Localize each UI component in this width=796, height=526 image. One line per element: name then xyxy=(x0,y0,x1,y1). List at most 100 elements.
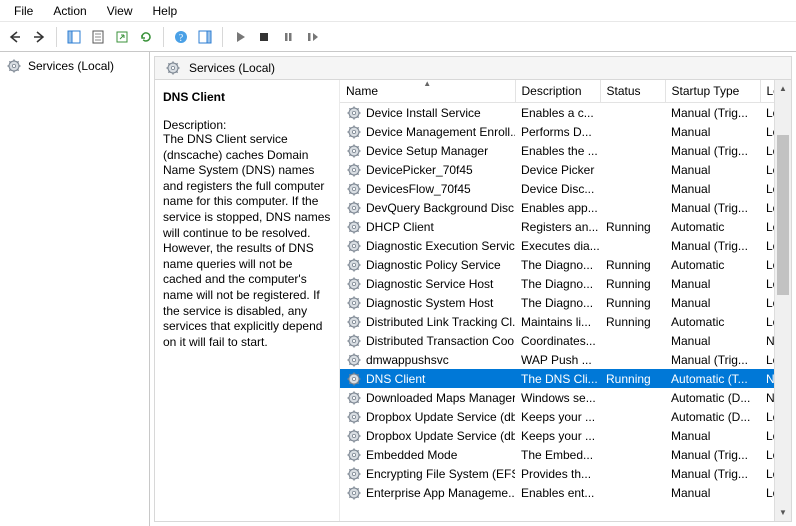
service-startup: Manual (Trig... xyxy=(665,198,760,217)
service-name: Diagnostic Policy Service xyxy=(366,258,501,272)
service-name: Diagnostic Service Host xyxy=(366,277,493,291)
vertical-scrollbar[interactable]: ▲ ▼ xyxy=(774,80,791,521)
service-startup: Manual (Trig... xyxy=(665,103,760,123)
pause-service-button[interactable] xyxy=(277,26,299,48)
service-logon: Loc xyxy=(760,445,774,464)
menu-help[interactable]: Help xyxy=(143,2,188,20)
scroll-thumb[interactable] xyxy=(777,135,789,295)
console-tree: Services (Local) xyxy=(0,52,150,526)
table-row[interactable]: DevicesFlow_70f45Device Disc...ManualLoc xyxy=(340,179,774,198)
table-row[interactable]: DHCP ClientRegisters an...RunningAutomat… xyxy=(340,217,774,236)
export-button[interactable] xyxy=(111,26,133,48)
service-description: Enables the ... xyxy=(515,141,600,160)
service-name: Enterprise App Manageme... xyxy=(366,486,515,500)
table-row[interactable]: Diagnostic System HostThe Diagno...Runni… xyxy=(340,293,774,312)
service-description: Enables app... xyxy=(515,198,600,217)
table-row[interactable]: Dropbox Update Service (db...Keeps your … xyxy=(340,426,774,445)
menu-view[interactable]: View xyxy=(97,2,143,20)
help-button[interactable]: ? xyxy=(170,26,192,48)
service-status: Running xyxy=(600,217,665,236)
service-logon: Loc xyxy=(760,312,774,331)
service-status xyxy=(600,160,665,179)
show-hide-action-button[interactable] xyxy=(194,26,216,48)
service-icon xyxy=(346,447,362,463)
service-description: Performs D... xyxy=(515,122,600,141)
start-service-button[interactable] xyxy=(229,26,251,48)
service-startup: Manual (Trig... xyxy=(665,236,760,255)
service-startup: Manual xyxy=(665,179,760,198)
service-startup: Automatic xyxy=(665,217,760,236)
service-status xyxy=(600,407,665,426)
service-description: WAP Push ... xyxy=(515,350,600,369)
service-icon xyxy=(346,390,362,406)
service-name: Encrypting File System (EFS) xyxy=(366,467,515,481)
table-row[interactable]: dmwappushsvcWAP Push ...Manual (Trig...L… xyxy=(340,350,774,369)
show-hide-tree-button[interactable] xyxy=(63,26,85,48)
service-startup: Manual xyxy=(665,331,760,350)
service-name: Diagnostic Execution Service xyxy=(366,239,515,253)
service-description: Registers an... xyxy=(515,217,600,236)
table-row[interactable]: DevicePicker_70f45Device PickerManualLoc xyxy=(340,160,774,179)
service-status: Running xyxy=(600,274,665,293)
service-startup: Manual (Trig... xyxy=(665,350,760,369)
col-header-description[interactable]: Description xyxy=(515,80,600,103)
table-row[interactable]: Encrypting File System (EFS)Provides th.… xyxy=(340,464,774,483)
back-button[interactable] xyxy=(4,26,26,48)
scroll-up-button[interactable]: ▲ xyxy=(775,80,791,97)
col-header-logon[interactable]: Log xyxy=(760,80,774,103)
refresh-button[interactable] xyxy=(135,26,157,48)
table-row[interactable]: Enterprise App Manageme...Enables ent...… xyxy=(340,483,774,502)
table-row[interactable]: Device Management Enroll...Performs D...… xyxy=(340,122,774,141)
description-text: The DNS Client service (dnscache) caches… xyxy=(163,132,331,350)
table-row[interactable]: DevQuery Background Disc...Enables app..… xyxy=(340,198,774,217)
service-status xyxy=(600,141,665,160)
menu-action[interactable]: Action xyxy=(43,2,96,20)
tree-root-services[interactable]: Services (Local) xyxy=(0,56,149,76)
service-status xyxy=(600,445,665,464)
stop-service-button[interactable] xyxy=(253,26,275,48)
service-icon xyxy=(346,219,362,235)
service-icon xyxy=(346,466,362,482)
restart-service-button[interactable] xyxy=(301,26,323,48)
service-icon xyxy=(346,257,362,273)
service-name: Distributed Link Tracking Cl... xyxy=(366,315,515,329)
service-description: Device Picker xyxy=(515,160,600,179)
service-name: DNS Client xyxy=(366,372,425,386)
service-name: DevicePicker_70f45 xyxy=(366,163,473,177)
menu-file[interactable]: File xyxy=(4,2,43,20)
svg-text:?: ? xyxy=(179,33,184,44)
table-row[interactable]: Diagnostic Policy ServiceThe Diagno...Ru… xyxy=(340,255,774,274)
table-row[interactable]: Distributed Transaction Coo...Coordinate… xyxy=(340,331,774,350)
service-description: The DNS Cli... xyxy=(515,369,600,388)
col-header-status[interactable]: Status xyxy=(600,80,665,103)
service-description: The Diagno... xyxy=(515,274,600,293)
table-row[interactable]: Device Setup ManagerEnables the ...Manua… xyxy=(340,141,774,160)
service-startup: Manual xyxy=(665,274,760,293)
table-row[interactable]: Diagnostic Service Host The Diagno...Runn… xyxy=(340,274,774,293)
table-row[interactable]: Diagnostic Execution ServiceExecutes dia… xyxy=(340,236,774,255)
service-logon: Loc xyxy=(760,350,774,369)
properties-button[interactable] xyxy=(87,26,109,48)
table-row[interactable]: DNS ClientThe DNS Cli...RunningAutomatic… xyxy=(340,369,774,388)
service-description: Maintains li... xyxy=(515,312,600,331)
table-row[interactable]: Downloaded Maps ManagerWindows se...Auto… xyxy=(340,388,774,407)
forward-button[interactable] xyxy=(28,26,50,48)
col-header-startup[interactable]: Startup Type xyxy=(665,80,760,103)
scroll-down-button[interactable]: ▼ xyxy=(775,504,791,521)
service-startup: Manual xyxy=(665,122,760,141)
service-logon: Loc xyxy=(760,179,774,198)
service-name: DevQuery Background Disc... xyxy=(366,201,515,215)
service-icon xyxy=(346,314,362,330)
service-status: Running xyxy=(600,312,665,331)
service-logon: Loc xyxy=(760,122,774,141)
table-row[interactable]: Dropbox Update Service (db...Keeps your … xyxy=(340,407,774,426)
table-row[interactable]: Device Install ServiceEnables a c...Manu… xyxy=(340,103,774,123)
table-row[interactable]: Distributed Link Tracking Cl...Maintains… xyxy=(340,312,774,331)
service-status xyxy=(600,388,665,407)
service-status xyxy=(600,350,665,369)
service-description: Keeps your ... xyxy=(515,426,600,445)
service-logon: Loc xyxy=(760,407,774,426)
table-row[interactable]: Embedded ModeThe Embed...Manual (Trig...… xyxy=(340,445,774,464)
services-table: Name▲ Description Status Startup Type Lo… xyxy=(340,80,774,502)
col-header-name[interactable]: Name▲ xyxy=(340,80,515,103)
